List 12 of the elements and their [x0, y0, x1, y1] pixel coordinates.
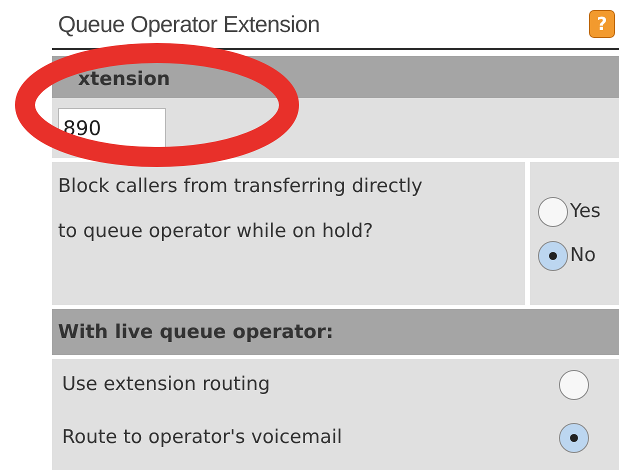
section-header-text: xtension [78, 66, 170, 92]
option-label: Route to operator's voicemail [62, 425, 342, 450]
radio-button[interactable] [538, 196, 568, 226]
radio-button[interactable] [559, 422, 589, 452]
radio-button[interactable] [538, 240, 568, 270]
option-label: No [570, 243, 596, 268]
radio-button[interactable] [559, 370, 589, 400]
option-label: Use extension routing [62, 372, 270, 398]
option-label: Yes [570, 199, 601, 224]
section-header-text: With live queue operator: [58, 320, 334, 345]
question-label: Block callers from transferring directly to queue operator while on hold? [58, 174, 423, 244]
section-title: Queue Operator Extension [58, 10, 320, 39]
